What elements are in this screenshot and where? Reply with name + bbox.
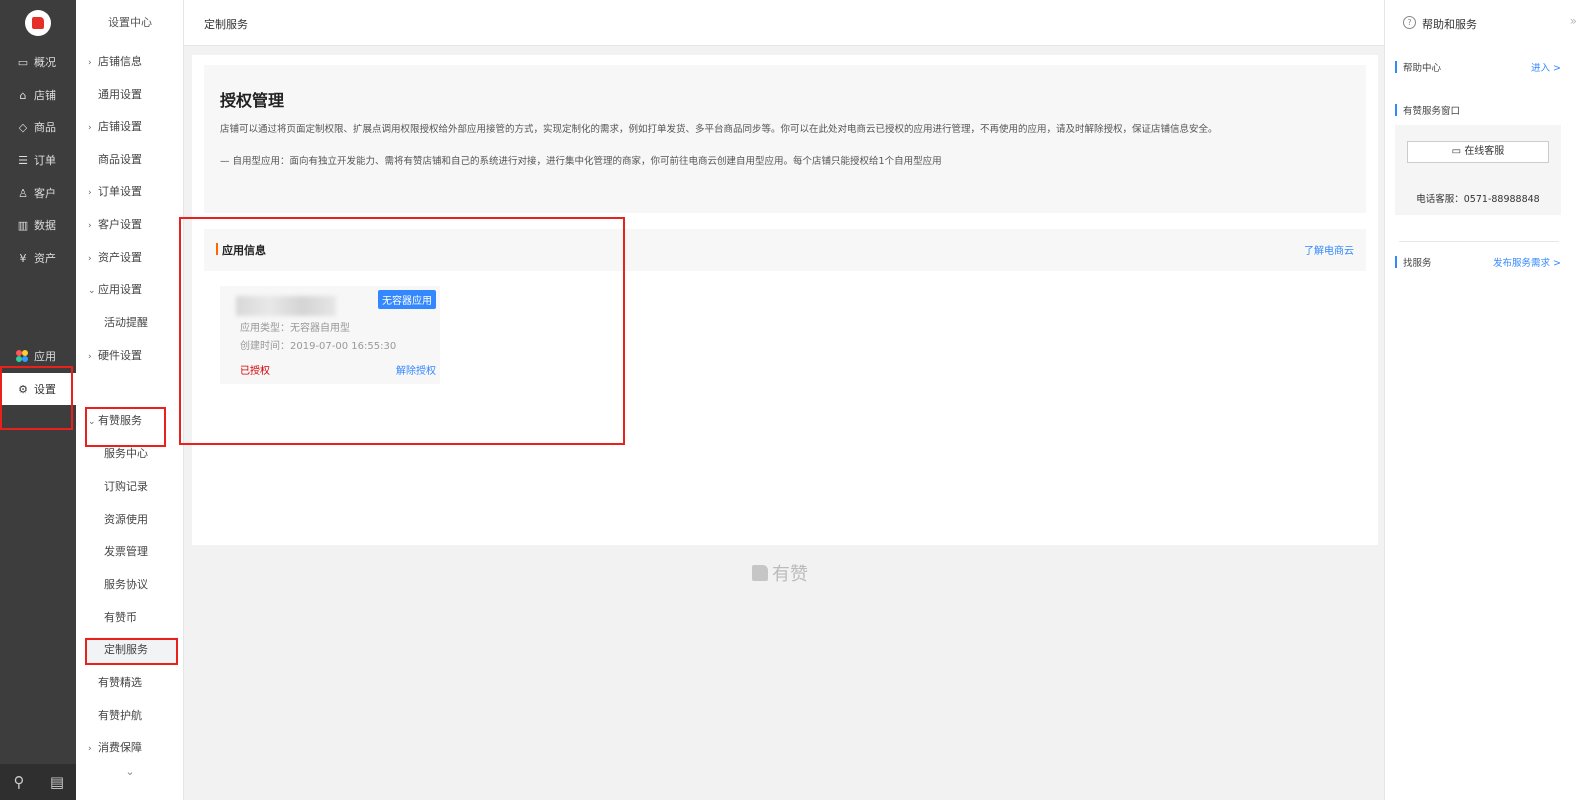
chevron-right-icon: › xyxy=(88,744,92,754)
help-panel: ? 帮助和服务 » 帮助中心 进入 > 有赞服务窗口 ▭ 在线客服 电话客服：0… xyxy=(1384,0,1586,800)
section-title: 授权管理 xyxy=(220,91,285,110)
search-icon[interactable]: ⚲ xyxy=(0,764,38,800)
service-window-box: ▭ 在线客服 电话客服：0571-88988848 xyxy=(1395,125,1561,215)
nav-orders[interactable]: ☰ 订单 xyxy=(0,144,76,176)
settings-sidebar: 设置中心 › 店铺信息 通用设置 › 店铺设置 商品设置 › 订单设置 › 客户设置 ›… xyxy=(76,0,184,800)
user-icon: ♙ xyxy=(18,186,28,200)
message-icon[interactable]: ▤ xyxy=(38,764,76,800)
help-panel-title: 帮助和服务 xyxy=(1422,18,1477,31)
store-icon: ⌂ xyxy=(19,88,27,102)
yen-icon: ¥ xyxy=(19,251,27,265)
collapse-icon[interactable]: » xyxy=(1570,14,1577,28)
sidebar-item-general[interactable]: 通用设置 xyxy=(76,85,184,105)
highlight-youzan-service xyxy=(85,407,166,447)
sidebar-item-service-center[interactable]: 服务中心 xyxy=(76,444,184,464)
chevron-right-icon: › xyxy=(88,188,92,198)
find-service-label: 找服务 xyxy=(1403,258,1432,269)
thumb-up-icon xyxy=(32,17,44,29)
nav-customers[interactable]: ♙ 客户 xyxy=(0,177,76,209)
nav-store[interactable]: ⌂ 店铺 xyxy=(0,79,76,111)
sidebar-item-consumer-protection[interactable]: › 消费保障 xyxy=(76,738,184,758)
help-center-row: 帮助中心 进入 > xyxy=(1395,60,1561,74)
online-service-button[interactable]: ▭ 在线客服 xyxy=(1407,141,1549,163)
chevron-right-icon: › xyxy=(88,352,92,362)
page-title: 定制服务 xyxy=(204,18,248,31)
settings-center-title: 设置中心 xyxy=(108,16,152,29)
chevron-right-icon: › xyxy=(88,123,92,133)
sidebar-item-activity-reminder[interactable]: 活动提醒 xyxy=(76,313,184,333)
sidebar-item-goods-settings[interactable]: 商品设置 xyxy=(76,150,184,170)
service-window-row: 有赞服务窗口 xyxy=(1395,103,1561,117)
footer-brand: 有赞 xyxy=(752,560,808,586)
sidebar-item-invoices[interactable]: 发票管理 xyxy=(76,542,184,562)
top-bar: 定制服务 xyxy=(184,0,1384,46)
chevron-right-icon: › xyxy=(88,58,92,68)
question-icon: ? xyxy=(1403,16,1416,29)
tag-icon: ◇ xyxy=(18,120,28,134)
sidebar-item-store-info[interactable]: › 店铺信息 xyxy=(76,52,184,72)
sidebar-item-service-agreement[interactable]: 服务协议 xyxy=(76,575,184,595)
chevron-right-icon: › xyxy=(88,221,92,231)
sidebar-item-youzan-guard[interactable]: 有赞护航 xyxy=(76,706,184,726)
thumb-up-icon xyxy=(752,565,768,581)
apps-icon xyxy=(16,350,28,362)
chevron-down-icon: ⌄ xyxy=(88,286,96,296)
find-service-row: 找服务 发布服务需求 > xyxy=(1395,255,1561,269)
nav-data[interactable]: ▥ 数据 xyxy=(0,209,76,241)
youzan-logo[interactable] xyxy=(25,10,51,36)
post-service-request-link[interactable]: 发布服务需求 > xyxy=(1493,255,1561,269)
sidebar-item-resource-usage[interactable]: 资源使用 xyxy=(76,510,184,530)
chevron-right-icon: › xyxy=(88,254,92,264)
sidebar-item-hardware[interactable]: › 硬件设置 xyxy=(76,346,184,366)
order-icon: ☰ xyxy=(18,153,28,167)
highlight-app-info xyxy=(179,217,625,445)
enter-help-center-link[interactable]: 进入 > xyxy=(1531,60,1561,74)
nav-assets[interactable]: ¥ 资产 xyxy=(0,242,76,274)
sidebar-item-order-records[interactable]: 订购记录 xyxy=(76,477,184,497)
highlight-custom-service xyxy=(85,638,178,665)
service-window-label: 有赞服务窗口 xyxy=(1403,106,1461,117)
chat-icon: ▭ xyxy=(1451,146,1465,157)
monitor-icon: ▭ xyxy=(17,55,29,69)
bar-chart-icon: ▥ xyxy=(17,218,29,232)
intro-self-use-note: — 自用型应用：面向有独立开发能力、需将有赞店铺和自己的系统进行对接，进行集中化… xyxy=(220,156,942,167)
nav-overview[interactable]: ▭ 概况 xyxy=(0,46,76,78)
help-center-label: 帮助中心 xyxy=(1403,63,1442,74)
highlight-settings xyxy=(0,366,73,430)
nav-goods[interactable]: ◇ 商品 xyxy=(0,111,76,143)
learn-ecloud-link[interactable]: 了解电商云 xyxy=(1304,242,1354,257)
help-panel-header: ? 帮助和服务 » xyxy=(1385,0,1586,46)
sidebar-bottom-bar: ⚲ ▤ xyxy=(0,764,76,800)
sidebar-item-asset-settings[interactable]: › 资产设置 xyxy=(76,248,184,268)
sidebar-item-youzan-select[interactable]: 有赞精选 xyxy=(76,673,184,693)
sidebar-item-customer-settings[interactable]: › 客户设置 xyxy=(76,215,184,235)
auth-intro: 授权管理 店铺可以通过将页面定制权限、扩展点调用权限授权给外部应用接管的方式，实… xyxy=(204,65,1366,213)
sidebar-item-store-settings[interactable]: › 店铺设置 xyxy=(76,117,184,137)
sidebar-item-order-settings[interactable]: › 订单设置 xyxy=(76,182,184,202)
chevron-down-icon[interactable]: ⌄ xyxy=(76,765,184,778)
sidebar-item-youzan-coin[interactable]: 有赞币 xyxy=(76,608,184,628)
sidebar-item-app-settings[interactable]: ⌄ 应用设置 xyxy=(76,280,184,300)
phone-service: 电话客服：0571-88988848 xyxy=(1416,194,1540,205)
divider xyxy=(1399,241,1559,242)
intro-description: 店铺可以通过将页面定制权限、扩展点调用权限授权给外部应用接管的方式，实现定制化的… xyxy=(220,124,1218,135)
